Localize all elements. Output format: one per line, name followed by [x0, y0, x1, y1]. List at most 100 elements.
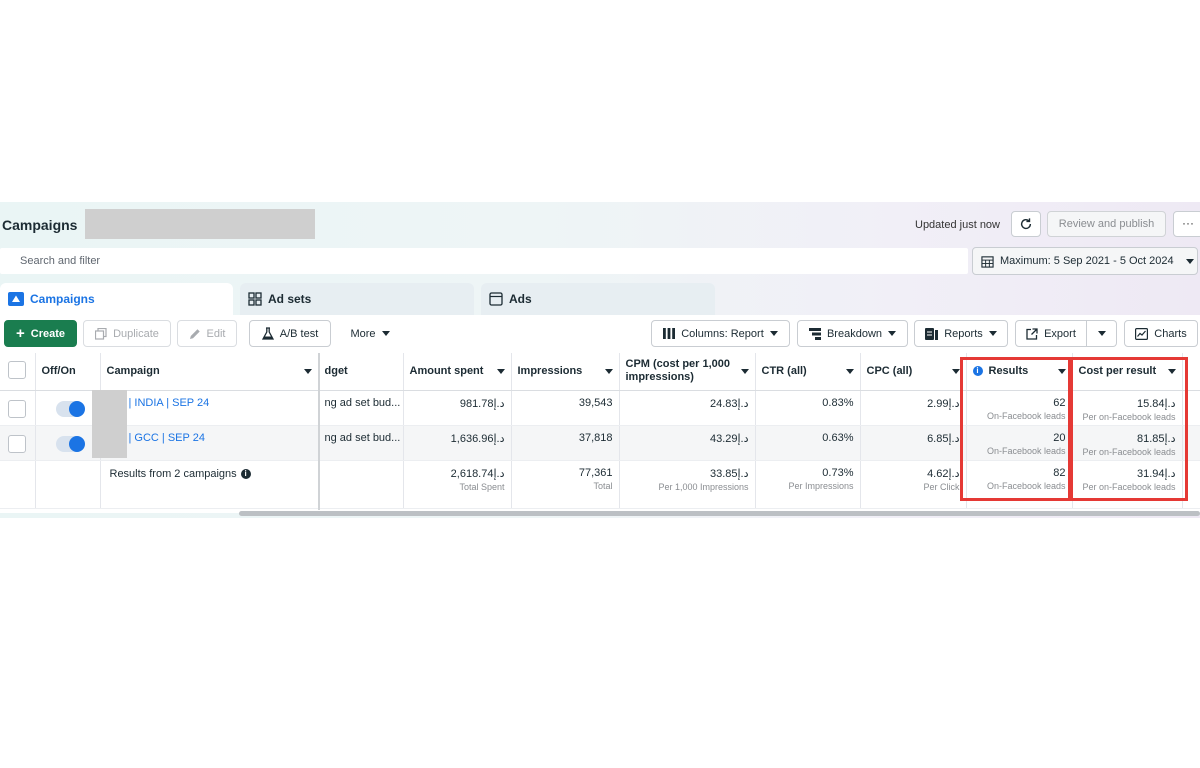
- row-toggle-cell: [35, 390, 101, 426]
- summary-ctr-cell: 0.73% Per Impressions: [755, 460, 861, 509]
- frozen-column-divider[interactable]: [318, 353, 320, 510]
- chevron-down-icon: [1097, 331, 1106, 336]
- breakdown-label: Breakdown: [826, 327, 883, 340]
- create-button[interactable]: + Create: [4, 320, 77, 347]
- breakdown-dropdown[interactable]: Breakdown: [797, 320, 908, 347]
- col-cpc[interactable]: CPC (all): [860, 353, 967, 391]
- col-cpc-label: CPC (all): [866, 364, 913, 377]
- col-ctr-label: CTR (all): [761, 364, 807, 377]
- col-budget-label: dget: [324, 365, 348, 378]
- cost-per-result-highlight-box: [1070, 357, 1188, 501]
- more-label: More: [350, 327, 376, 340]
- edit-button[interactable]: Edit: [177, 320, 237, 347]
- row-checkbox[interactable]: [8, 434, 27, 453]
- sort-caret-icon[interactable]: [496, 368, 505, 374]
- columns-dropdown[interactable]: Columns: Report: [651, 320, 790, 347]
- col-cpm[interactable]: CPM (cost per 1,000 impressions): [619, 353, 756, 391]
- ab-test-button[interactable]: A/B test: [249, 320, 331, 347]
- summary-cpc-cell: د.إ4.62 Per Click: [860, 460, 967, 509]
- budget-text: ng ad set bud...: [324, 431, 401, 444]
- summary-amount-spent: د.إ2,618.74: [450, 467, 505, 480]
- chart-icon: [1135, 327, 1149, 340]
- export-button[interactable]: Export: [1015, 320, 1087, 347]
- redacted-campaign-prefix: [92, 390, 127, 458]
- reports-icon: [925, 327, 939, 340]
- chevron-down-icon: [769, 331, 778, 336]
- summary-cpc: د.إ4.62: [927, 467, 960, 480]
- summary-impressions-sub: Total: [593, 480, 613, 491]
- col-amount-spent[interactable]: Amount spent: [403, 353, 512, 391]
- results-highlight-box: [960, 357, 1071, 501]
- tab-campaigns[interactable]: Campaigns: [0, 283, 233, 315]
- amount-spent-cell: د.إ1,636.96: [403, 425, 512, 461]
- col-ctr[interactable]: CTR (all): [755, 353, 861, 391]
- sort-caret-icon[interactable]: [951, 368, 960, 374]
- sort-caret-icon[interactable]: [303, 368, 312, 374]
- campaign-name-cell: | INDIA | SEP 24: [100, 390, 319, 426]
- cpc-cell: د.إ2.99: [860, 390, 967, 426]
- breakdown-icon: [808, 327, 821, 340]
- sort-caret-icon[interactable]: [845, 368, 854, 374]
- export-options-button[interactable]: [1087, 320, 1117, 347]
- chevron-down-icon: [1185, 258, 1194, 264]
- campaign-toggle[interactable]: [55, 400, 85, 417]
- date-range-label: Maximum: 5 Sep 2021 - 5 Oct 2024: [1000, 255, 1174, 267]
- cpc-value: د.إ6.85: [927, 432, 960, 445]
- col-impressions[interactable]: Impressions: [511, 353, 620, 391]
- sort-caret-icon[interactable]: [604, 368, 613, 374]
- impressions-value: 39,543: [578, 396, 613, 409]
- campaign-link[interactable]: | GCC | SEP 24: [107, 426, 312, 444]
- col-off-on-label: Off/On: [41, 365, 76, 378]
- chevron-down-icon: [988, 331, 997, 336]
- level-tabs: Campaigns Ad sets Ads: [0, 283, 1200, 315]
- campaign-link[interactable]: | INDIA | SEP 24: [107, 391, 312, 409]
- summary-impressions-cell: 77,361 Total: [511, 460, 620, 509]
- summary-label: Results from 2 campaigns: [109, 467, 237, 480]
- row-toggle-cell: [35, 425, 101, 461]
- campaign-toggle[interactable]: [55, 435, 85, 452]
- summary-amount-spent-sub: Total Spent: [459, 481, 505, 492]
- summary-impressions: 77,361: [578, 466, 613, 479]
- tab-campaigns-label: Campaigns: [30, 292, 95, 306]
- refresh-button[interactable]: [1011, 211, 1041, 237]
- reports-dropdown[interactable]: Reports: [914, 320, 1008, 347]
- cpc-value: د.إ2.99: [927, 397, 960, 410]
- sort-caret-icon[interactable]: [740, 368, 749, 374]
- review-and-publish-button[interactable]: Review and publish: [1047, 211, 1166, 237]
- campaign-name-cell: | GCC | SEP 24: [100, 425, 319, 461]
- campaign-icon: [8, 292, 24, 306]
- summary-empty-cell: [35, 460, 101, 509]
- page-title: Campaigns: [2, 217, 78, 233]
- charts-button[interactable]: Charts: [1124, 320, 1198, 347]
- summary-cpc-sub: Per Click: [923, 481, 960, 492]
- row-checkbox[interactable]: [8, 399, 27, 418]
- tab-ad-sets[interactable]: Ad sets: [240, 283, 474, 315]
- summary-cpm-sub: Per 1,000 Impressions: [658, 481, 749, 492]
- ads-manager-panel: Campaigns Updated just now Review and pu…: [0, 202, 1200, 518]
- tab-ads[interactable]: Ads: [481, 283, 715, 315]
- search-bar[interactable]: [0, 248, 968, 274]
- more-dropdown[interactable]: More: [340, 320, 400, 347]
- summary-cpm-cell: د.إ33.85 Per 1,000 Impressions: [619, 460, 756, 509]
- col-impressions-label: Impressions: [517, 364, 583, 377]
- info-icon[interactable]: i: [240, 468, 251, 479]
- ctr-value: 0.83%: [822, 396, 854, 409]
- more-options-button[interactable]: ···: [1173, 211, 1200, 237]
- duplicate-button[interactable]: Duplicate: [83, 320, 171, 347]
- export-icon: [1026, 327, 1038, 340]
- impressions-cell: 37,818: [511, 425, 620, 461]
- col-budget[interactable]: dget: [318, 353, 404, 391]
- col-campaign[interactable]: Campaign: [100, 353, 319, 391]
- col-cpm-label: CPM (cost per 1,000 impressions): [625, 358, 731, 384]
- ctr-value: 0.63%: [822, 431, 854, 444]
- horizontal-scrollbar[interactable]: [239, 511, 1200, 516]
- create-label: Create: [30, 327, 65, 340]
- tab-ads-label: Ads: [509, 292, 532, 306]
- select-all-checkbox[interactable]: [8, 360, 27, 379]
- search-input[interactable]: [0, 248, 968, 274]
- amount-spent-cell: د.إ981.78: [403, 390, 512, 426]
- summary-amount-spent-cell: د.إ2,618.74 Total Spent: [403, 460, 512, 509]
- budget-text: ng ad set bud...: [324, 396, 401, 409]
- updated-status: Updated just now: [915, 219, 1000, 231]
- date-range-picker[interactable]: Maximum: 5 Sep 2021 - 5 Oct 2024: [972, 247, 1198, 275]
